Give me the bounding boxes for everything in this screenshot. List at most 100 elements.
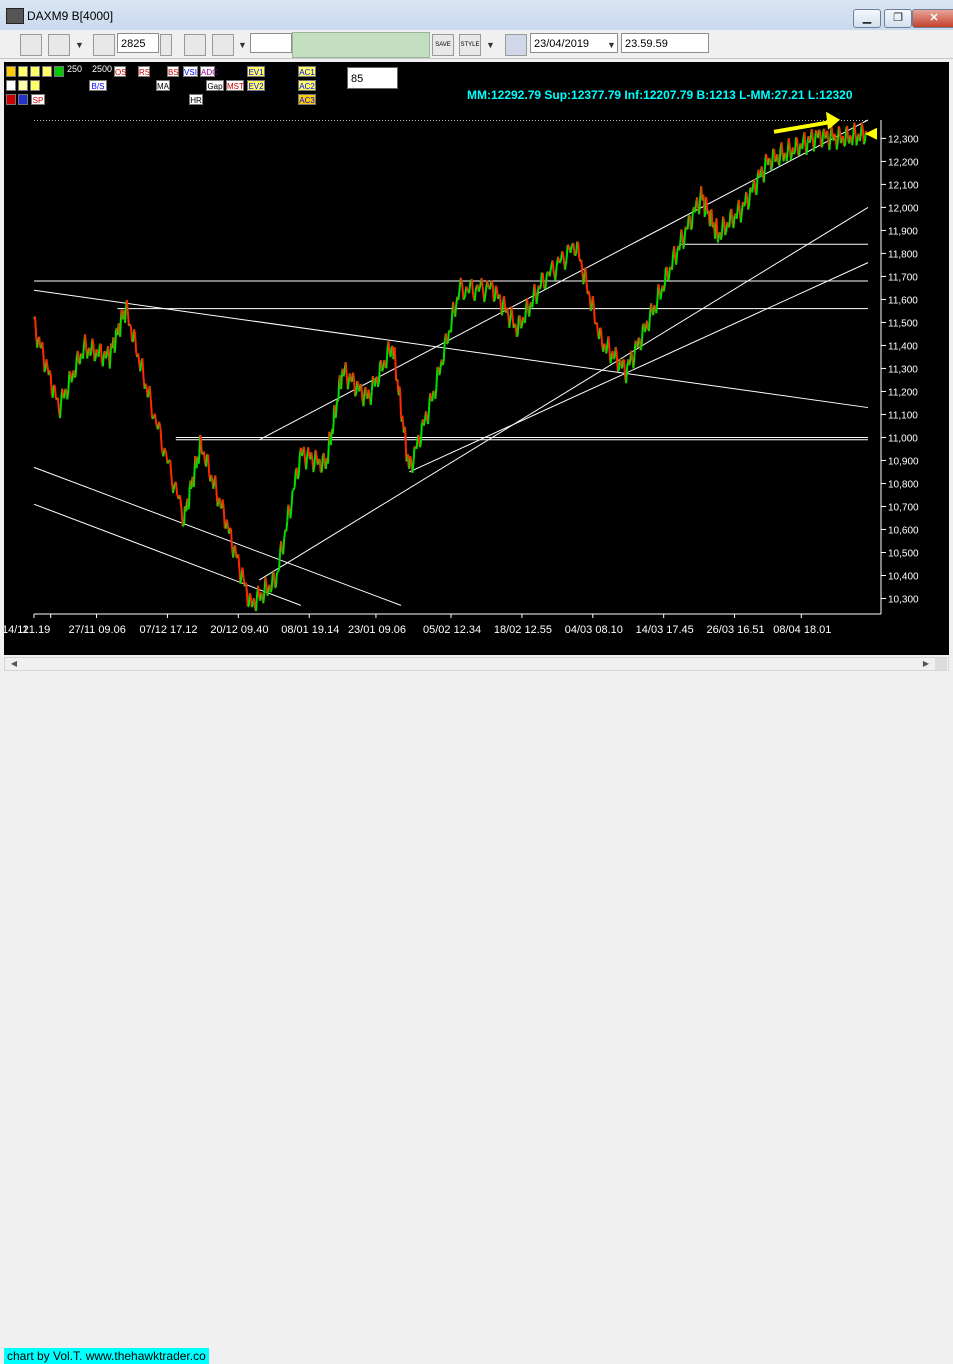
save-file-icon[interactable] bbox=[20, 34, 42, 56]
chart-area[interactable]: 10,30010,40010,50010,60010,70010,80010,9… bbox=[4, 62, 949, 655]
price-segment bbox=[176, 482, 177, 494]
price-segment bbox=[110, 356, 111, 368]
y-tick-label: 11,700 bbox=[888, 272, 918, 283]
indicator-icon[interactable] bbox=[184, 34, 206, 56]
scroll-right-icon[interactable]: ▶ bbox=[919, 658, 933, 670]
price-segment bbox=[231, 529, 232, 549]
price-segment bbox=[692, 211, 693, 228]
calculator-icon[interactable] bbox=[93, 34, 115, 56]
ac3-button[interactable]: AC3 bbox=[298, 94, 316, 105]
price-chart[interactable]: 10,30010,40010,50010,60010,70010,80010,9… bbox=[4, 62, 949, 655]
price-segment bbox=[777, 154, 778, 162]
pencil-icon[interactable] bbox=[6, 66, 16, 77]
blank-field[interactable] bbox=[250, 33, 292, 53]
period-input[interactable]: 85 bbox=[347, 67, 398, 89]
price-segment bbox=[739, 200, 740, 212]
gap-button[interactable]: Gap bbox=[206, 80, 224, 91]
restore-button[interactable]: ❐ bbox=[884, 9, 912, 28]
price-segment bbox=[794, 152, 795, 154]
price-segment bbox=[369, 390, 370, 397]
play-icon[interactable] bbox=[505, 34, 527, 56]
chevron-down-icon[interactable]: ▼ bbox=[238, 40, 247, 50]
price-segment bbox=[837, 142, 838, 150]
y-tick-label: 11,600 bbox=[888, 295, 918, 306]
y-tick-label: 10,700 bbox=[888, 502, 919, 513]
bars-stepper[interactable] bbox=[160, 34, 172, 56]
white-swatch[interactable] bbox=[6, 80, 16, 91]
price-segment bbox=[252, 603, 253, 607]
price-segment bbox=[520, 316, 521, 329]
price-segment bbox=[80, 353, 81, 364]
scroll-left-icon[interactable]: ◀ bbox=[7, 658, 21, 670]
mst-button[interactable]: MST bbox=[226, 80, 244, 91]
hr-button[interactable]: HR bbox=[189, 94, 203, 105]
horizontal-scrollbar[interactable]: ◀ ▶ bbox=[4, 657, 949, 671]
price-segment bbox=[393, 355, 394, 359]
chevron-down-icon[interactable]: ▼ bbox=[75, 40, 84, 50]
chevron-down-icon[interactable]: ▼ bbox=[486, 40, 495, 50]
price-segment bbox=[180, 495, 181, 507]
price-segment bbox=[575, 254, 576, 255]
blue-swatch[interactable] bbox=[18, 94, 28, 105]
style-button[interactable]: STYLE bbox=[459, 34, 481, 56]
price-segment bbox=[443, 361, 444, 365]
scroll-thumb[interactable] bbox=[935, 658, 947, 670]
price-segment bbox=[354, 379, 355, 396]
price-segment bbox=[754, 179, 755, 192]
color-icon[interactable] bbox=[54, 66, 64, 77]
price-segment bbox=[546, 273, 547, 288]
price-segment bbox=[142, 358, 143, 376]
price-segment bbox=[578, 243, 579, 258]
minimize-button[interactable]: ▁ bbox=[853, 9, 881, 28]
price-segment bbox=[148, 394, 149, 398]
draw-trend-icon[interactable] bbox=[42, 66, 52, 77]
price-segment bbox=[731, 209, 732, 224]
price-segment bbox=[654, 305, 655, 307]
red-swatch[interactable] bbox=[6, 94, 16, 105]
price-segment bbox=[426, 411, 427, 419]
os-button[interactable]: OS bbox=[114, 66, 126, 77]
price-segment bbox=[706, 197, 707, 203]
light-yellow-swatch[interactable] bbox=[30, 80, 40, 91]
price-segment bbox=[715, 227, 716, 239]
price-segment bbox=[847, 126, 848, 141]
vsi-button[interactable]: VSI bbox=[183, 66, 198, 77]
draw-line-icon[interactable] bbox=[18, 66, 28, 77]
ev2-button[interactable]: EV2 bbox=[247, 80, 265, 91]
price-segment bbox=[620, 359, 621, 363]
price-segment bbox=[864, 141, 865, 144]
ac2-button[interactable]: AC2 bbox=[298, 80, 316, 91]
price-segment bbox=[862, 123, 863, 129]
sp-button[interactable]: SP bbox=[31, 94, 45, 105]
bs-button[interactable]: BS bbox=[167, 66, 179, 77]
ac1-button[interactable]: AC1 bbox=[298, 66, 316, 77]
y-tick-label: 10,900 bbox=[888, 456, 919, 467]
bars-count-input[interactable]: 2825 bbox=[117, 33, 159, 53]
time-input[interactable]: 23.59.59 bbox=[621, 33, 709, 53]
ma-button[interactable]: MA bbox=[156, 80, 170, 91]
save-button[interactable]: SAVE bbox=[432, 34, 454, 56]
price-segment bbox=[246, 582, 247, 588]
yellow-swatch[interactable] bbox=[18, 80, 28, 91]
price-segment bbox=[585, 268, 586, 283]
close-button[interactable]: ✕ bbox=[912, 9, 953, 28]
price-segment bbox=[361, 384, 362, 400]
bs-ratio-button[interactable]: B/S bbox=[89, 80, 107, 91]
adc-button[interactable]: ADC bbox=[200, 66, 215, 77]
price-segment bbox=[51, 374, 52, 393]
chart-type-icon[interactable] bbox=[48, 34, 70, 56]
price-segment bbox=[69, 371, 70, 373]
date-input[interactable]: 23/04/2019 bbox=[530, 33, 618, 53]
price-segment bbox=[721, 232, 722, 239]
price-segment bbox=[120, 319, 121, 337]
draw-channel-icon[interactable] bbox=[30, 66, 40, 77]
sound-icon[interactable] bbox=[212, 34, 234, 56]
ev1-button[interactable]: EV1 bbox=[247, 66, 265, 77]
date-dropdown-icon[interactable]: ▼ bbox=[607, 40, 616, 50]
rs-button[interactable]: RS bbox=[138, 66, 150, 77]
price-segment bbox=[131, 327, 132, 341]
price-segment bbox=[697, 197, 698, 208]
price-segment bbox=[523, 317, 524, 321]
price-segment bbox=[843, 136, 844, 146]
price-segment bbox=[797, 139, 798, 155]
